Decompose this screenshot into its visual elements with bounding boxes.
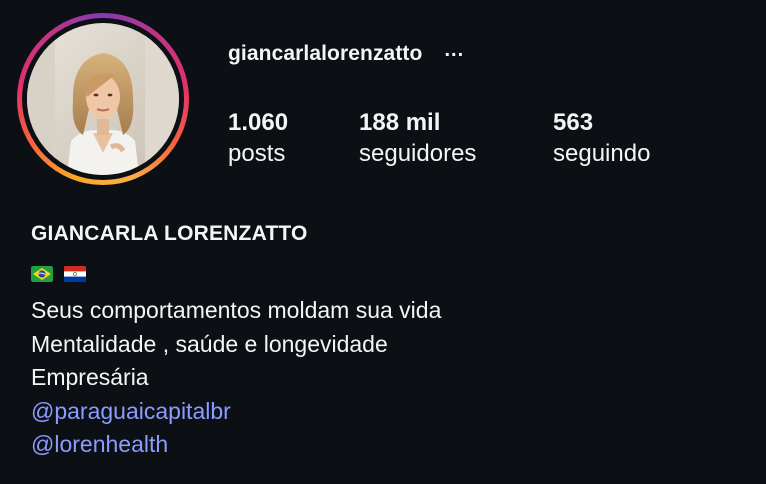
posts-label: posts xyxy=(228,140,286,167)
stat-following[interactable]: 563 seguindo xyxy=(553,108,650,170)
flag-paraguay-icon xyxy=(64,266,86,282)
bio: Seus comportamentos moldam sua vida Ment… xyxy=(31,294,441,462)
avatar[interactable] xyxy=(27,23,179,175)
username-row: giancarlalorenzatto ... xyxy=(228,38,464,70)
bio-line: Empresária xyxy=(31,364,149,391)
stat-posts: 1.060 posts xyxy=(228,108,288,170)
bio-mention-link[interactable]: @lorenhealth xyxy=(31,428,441,462)
flags-row xyxy=(31,266,86,282)
story-ring[interactable] xyxy=(17,13,189,185)
followers-label[interactable]: seguidores xyxy=(359,138,476,170)
flag-brazil-icon xyxy=(31,266,53,282)
following-label[interactable]: seguindo xyxy=(553,138,650,170)
bio-line: Seus comportamentos moldam sua vida xyxy=(31,297,442,323)
username: giancarlalorenzatto xyxy=(228,42,423,65)
more-options-icon[interactable]: ... xyxy=(444,40,464,60)
bio-line: Mentalidade , saúde e longevidade xyxy=(31,330,388,357)
avatar-border xyxy=(22,18,184,180)
stat-followers[interactable]: 188 mil seguidores xyxy=(359,108,476,170)
following-count[interactable]: 563 xyxy=(553,108,650,138)
bio-mention-link[interactable]: @paraguaicapitalbr xyxy=(31,395,441,429)
posts-count: 1.060 xyxy=(228,109,289,136)
followers-count[interactable]: 188 mil xyxy=(359,108,476,138)
full-name: GIANCARLA LORENZATTO xyxy=(31,222,308,245)
